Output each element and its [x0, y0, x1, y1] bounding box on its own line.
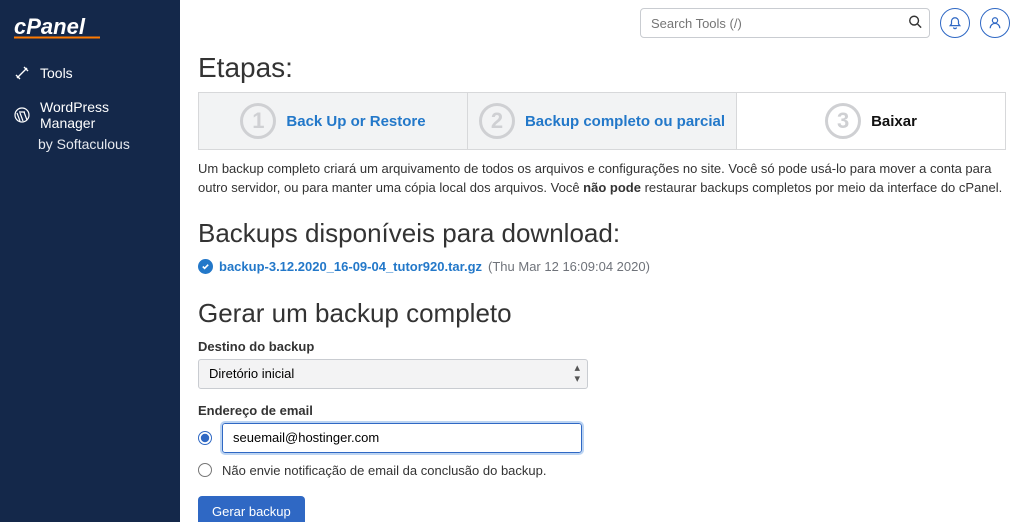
description-post: restaurar backups completos por meio da …	[641, 180, 1002, 195]
step-number: 2	[479, 103, 515, 139]
search-input[interactable]	[640, 8, 930, 38]
logo: cPanel	[0, 8, 180, 56]
sidebar-subtitle: by Softaculous	[0, 134, 180, 161]
dest-select[interactable]: Diretório inicial	[198, 359, 588, 389]
backup-file-link[interactable]: backup-3.12.2020_16-09-04_tutor920.tar.g…	[219, 259, 482, 274]
svg-text:cPanel: cPanel	[14, 14, 86, 39]
no-notify-radio[interactable]	[198, 463, 212, 477]
content: Etapas: 1 Back Up or Restore 2 Backup co…	[180, 46, 1024, 522]
generate-title: Gerar um backup completo	[198, 298, 1006, 329]
email-label: Endereço de email	[198, 403, 1006, 418]
no-notify-label: Não envie notificação de email da conclu…	[222, 463, 547, 478]
sidebar-item-tools[interactable]: Tools	[0, 56, 180, 90]
bell-icon	[948, 16, 962, 30]
generate-backup-button[interactable]: Gerar backup	[198, 496, 305, 522]
steps: 1 Back Up or Restore 2 Backup completo o…	[198, 92, 1006, 150]
user-icon	[988, 16, 1002, 30]
topbar	[180, 0, 1024, 46]
no-notify-row: Não envie notificação de email da conclu…	[198, 463, 1006, 478]
search-icon[interactable]	[908, 15, 922, 32]
email-input[interactable]	[222, 423, 582, 453]
notifications-button[interactable]	[940, 8, 970, 38]
description-bold: não pode	[583, 180, 641, 195]
downloads-title: Backups disponíveis para download:	[198, 218, 1006, 249]
search-wrap	[640, 8, 930, 38]
sidebar-item-label: WordPress Manager	[40, 99, 166, 131]
steps-title: Etapas:	[198, 52, 1006, 84]
step-backup-restore[interactable]: 1 Back Up or Restore	[199, 93, 468, 149]
sidebar: cPanel Tools WordPress Manager by Softac…	[0, 0, 180, 522]
email-notify-row	[198, 423, 1006, 453]
step-label: Backup completo ou parcial	[525, 113, 725, 130]
sidebar-item-wordpress[interactable]: WordPress Manager	[0, 90, 180, 140]
step-number: 1	[240, 103, 276, 139]
user-menu-button[interactable]	[980, 8, 1010, 38]
email-notify-radio[interactable]	[198, 431, 212, 445]
step-backup-type[interactable]: 2 Backup completo ou parcial	[468, 93, 737, 149]
cpanel-logo-icon: cPanel	[14, 14, 110, 40]
backup-file-meta: (Thu Mar 12 16:09:04 2020)	[488, 259, 650, 274]
step-label: Back Up or Restore	[286, 113, 425, 130]
dest-label: Destino do backup	[198, 339, 1006, 354]
step-label: Baixar	[871, 113, 917, 130]
step-number: 3	[825, 103, 861, 139]
tools-icon	[14, 65, 30, 81]
wordpress-icon	[14, 107, 30, 123]
description: Um backup completo criará um arquivament…	[198, 160, 1006, 198]
sidebar-item-label: Tools	[40, 65, 73, 81]
check-circle-icon	[198, 259, 213, 274]
step-download[interactable]: 3 Baixar	[737, 93, 1005, 149]
dest-select-wrap: Diretório inicial ▴▾	[198, 359, 588, 389]
backup-download-row: backup-3.12.2020_16-09-04_tutor920.tar.g…	[198, 259, 1006, 274]
main: Etapas: 1 Back Up or Restore 2 Backup co…	[180, 0, 1024, 522]
